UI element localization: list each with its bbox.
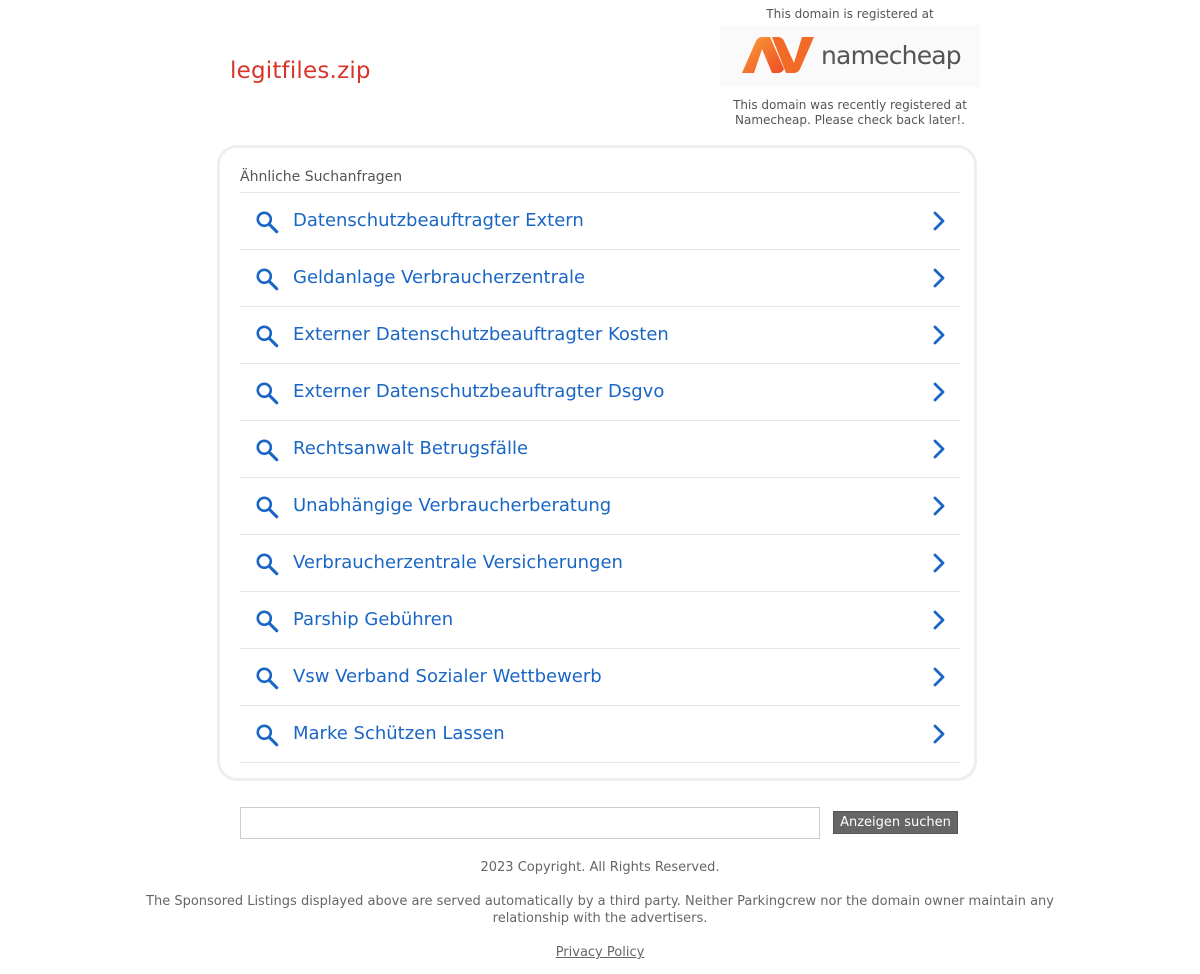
chevron-right-icon	[933, 724, 945, 744]
chevron-right-icon	[933, 382, 945, 402]
namecheap-logo-icon	[742, 37, 814, 73]
related-search-label: Externer Datenschutzbeauftragter Kosten	[293, 324, 669, 345]
related-search-item[interactable]: Externer Datenschutzbeauftragter Kosten	[240, 307, 960, 364]
related-search-item[interactable]: Vsw Verband Sozialer Wettbewerb	[240, 649, 960, 706]
related-search-label: Datenschutzbeauftragter Extern	[293, 210, 584, 231]
search-icon	[256, 724, 279, 747]
registrar-logo-text: namecheap	[821, 41, 962, 70]
related-search-item[interactable]: Externer Datenschutzbeauftragter Dsgvo	[240, 364, 960, 421]
search-icon	[256, 610, 279, 633]
search-ads-button[interactable]: Anzeigen suchen	[833, 811, 958, 834]
registrar-block: This domain is registered at namecheap T…	[720, 7, 980, 128]
chevron-right-icon	[933, 325, 945, 345]
chevron-right-icon	[933, 211, 945, 231]
related-search-label: Verbraucherzentrale Versicherungen	[293, 552, 623, 573]
search-input[interactable]	[240, 807, 820, 839]
search-icon	[256, 325, 279, 348]
disclaimer-text: The Sponsored Listings displayed above a…	[146, 894, 1054, 926]
search-icon	[256, 268, 279, 291]
related-searches-list: Datenschutzbeauftragter Extern Geldanlage…	[240, 192, 960, 763]
search-icon	[256, 211, 279, 234]
related-search-item[interactable]: Rechtsanwalt Betrugsfälle	[240, 421, 960, 478]
related-search-label: Unabhängige Verbraucherberatung	[293, 495, 612, 516]
related-search-item[interactable]: Parship Gebühren	[240, 592, 960, 649]
related-search-label: Rechtsanwalt Betrugsfälle	[293, 438, 529, 459]
related-search-item[interactable]: Verbraucherzentrale Versicherungen	[240, 535, 960, 592]
search-icon	[256, 496, 279, 519]
related-search-label: Geldanlage Verbraucherzentrale	[293, 267, 586, 288]
search-icon	[256, 382, 279, 405]
search-icon	[256, 553, 279, 576]
registrar-top-text: This domain is registered at	[766, 7, 934, 21]
related-search-label: Parship Gebühren	[293, 609, 454, 630]
parked-domain-page: legitfiles.zip This domain is registered…	[0, 0, 1200, 974]
search-icon	[256, 439, 279, 462]
related-search-label: Marke Schützen Lassen	[293, 723, 505, 744]
search-icon	[256, 667, 279, 690]
chevron-right-icon	[933, 496, 945, 516]
related-search-label: Vsw Verband Sozialer Wettbewerb	[293, 666, 602, 687]
privacy-row: Privacy Policy	[0, 944, 1200, 961]
chevron-right-icon	[933, 553, 945, 573]
domain-title: legitfiles.zip	[230, 58, 371, 84]
related-search-item[interactable]: Unabhängige Verbraucherberatung	[240, 478, 960, 535]
disclaimer: The Sponsored Listings displayed above a…	[0, 893, 1200, 927]
related-searches-heading: Ähnliche Suchanfragen	[240, 169, 403, 185]
chevron-right-icon	[933, 439, 945, 459]
related-search-item[interactable]: Geldanlage Verbraucherzentrale	[240, 250, 960, 307]
chevron-right-icon	[933, 268, 945, 288]
chevron-right-icon	[933, 610, 945, 630]
registrar-note: This domain was recently registered at N…	[733, 98, 967, 127]
privacy-policy-link[interactable]: Privacy Policy	[556, 945, 645, 960]
chevron-right-icon	[933, 667, 945, 687]
related-search-item[interactable]: Marke Schützen Lassen	[240, 706, 960, 763]
copyright-text: 2023 Copyright. All Rights Reserved.	[480, 860, 720, 875]
related-search-label: Externer Datenschutzbeauftragter Dsgvo	[293, 381, 665, 402]
related-search-item[interactable]: Datenschutzbeauftragter Extern	[240, 193, 960, 250]
registrar-logo[interactable]: namecheap	[720, 25, 980, 87]
